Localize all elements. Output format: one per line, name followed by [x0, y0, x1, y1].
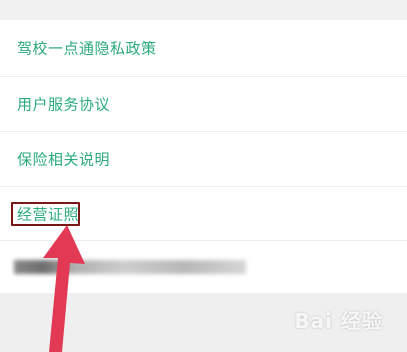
- menu-item-label: 驾校一点通隐私政策: [17, 39, 157, 58]
- blurred-text: [14, 260, 246, 274]
- menu-item-insurance-info[interactable]: 保险相关说明: [0, 132, 407, 187]
- menu-item-privacy-policy[interactable]: 驾校一点通隐私政策: [0, 20, 407, 77]
- menu-item-label: 保险相关说明: [17, 150, 111, 169]
- menu-item-label: 用户服务协议: [17, 95, 111, 114]
- settings-menu: 驾校一点通隐私政策 用户服务协议 保险相关说明 经营证照: [0, 20, 407, 293]
- watermark: Bai 经验: [294, 309, 383, 333]
- highlight-annotation-box: [11, 202, 80, 226]
- menu-item-user-agreement[interactable]: 用户服务协议: [0, 77, 407, 132]
- top-strip: [0, 0, 407, 20]
